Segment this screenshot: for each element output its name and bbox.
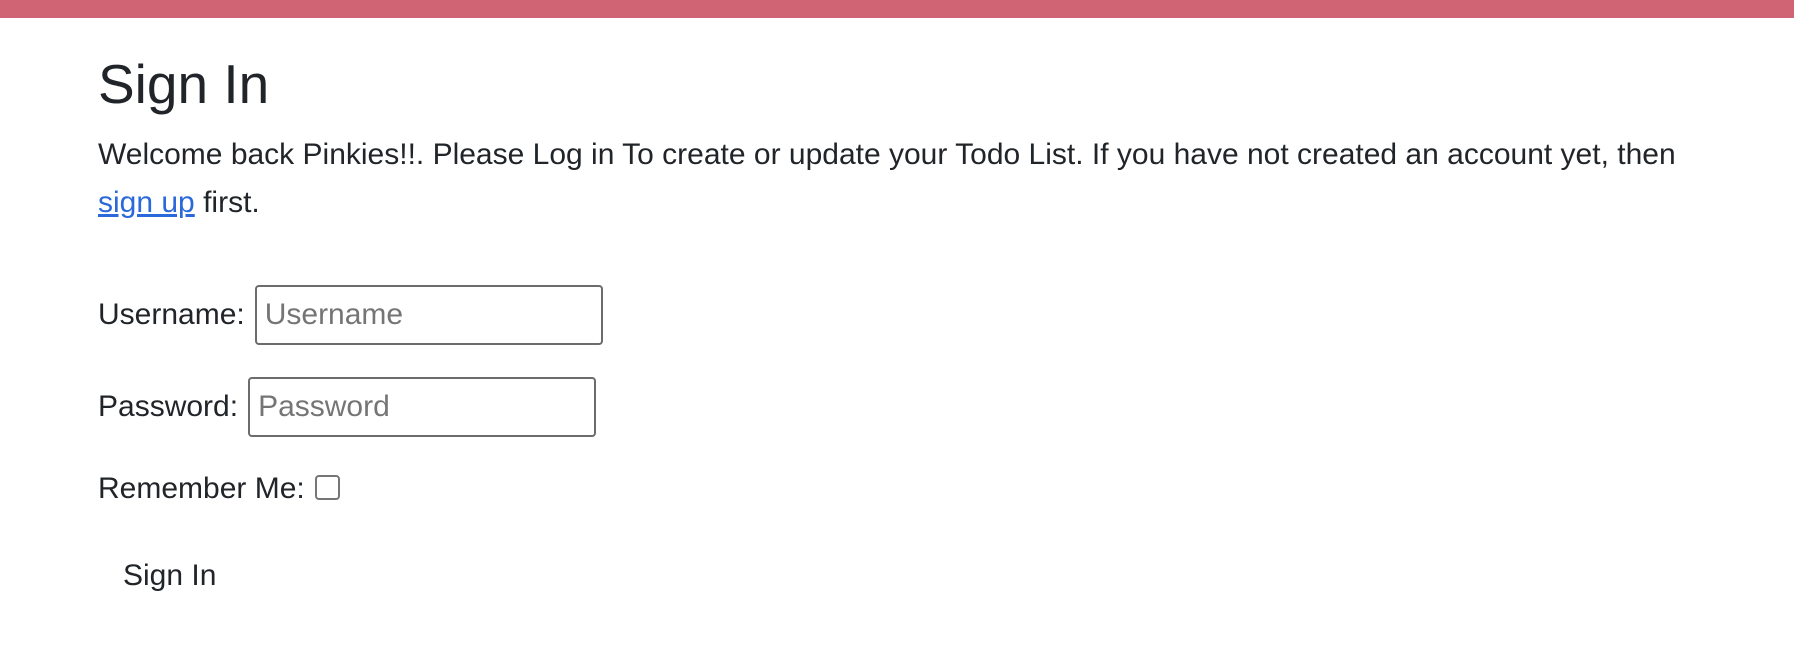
- username-label: Username:: [98, 298, 245, 331]
- top-accent-bar: [0, 0, 1794, 18]
- remember-me-checkbox[interactable]: [314, 474, 340, 500]
- signup-link[interactable]: sign up: [98, 186, 195, 219]
- username-row: Username:: [98, 285, 1718, 345]
- sign-in-form: Username: Password: Remember Me: Sign In: [98, 285, 1718, 593]
- password-row: Password:: [98, 377, 1718, 437]
- remember-me-label: Remember Me:: [98, 472, 305, 505]
- password-input[interactable]: [248, 377, 597, 437]
- intro-text: Welcome back Pinkies!!. Please Log in To…: [98, 131, 1718, 227]
- username-input[interactable]: [254, 285, 603, 345]
- sign-in-button[interactable]: Sign In: [123, 559, 216, 593]
- password-label: Password:: [98, 390, 239, 423]
- main-content: Sign In Welcome back Pinkies!!. Please L…: [98, 18, 1718, 593]
- intro-text-after-link: first.: [194, 186, 260, 219]
- remember-me-row: Remember Me:: [98, 469, 1718, 509]
- page-title: Sign In: [98, 53, 270, 115]
- intro-text-before-link: Welcome back Pinkies!!. Please Log in To…: [98, 138, 1676, 171]
